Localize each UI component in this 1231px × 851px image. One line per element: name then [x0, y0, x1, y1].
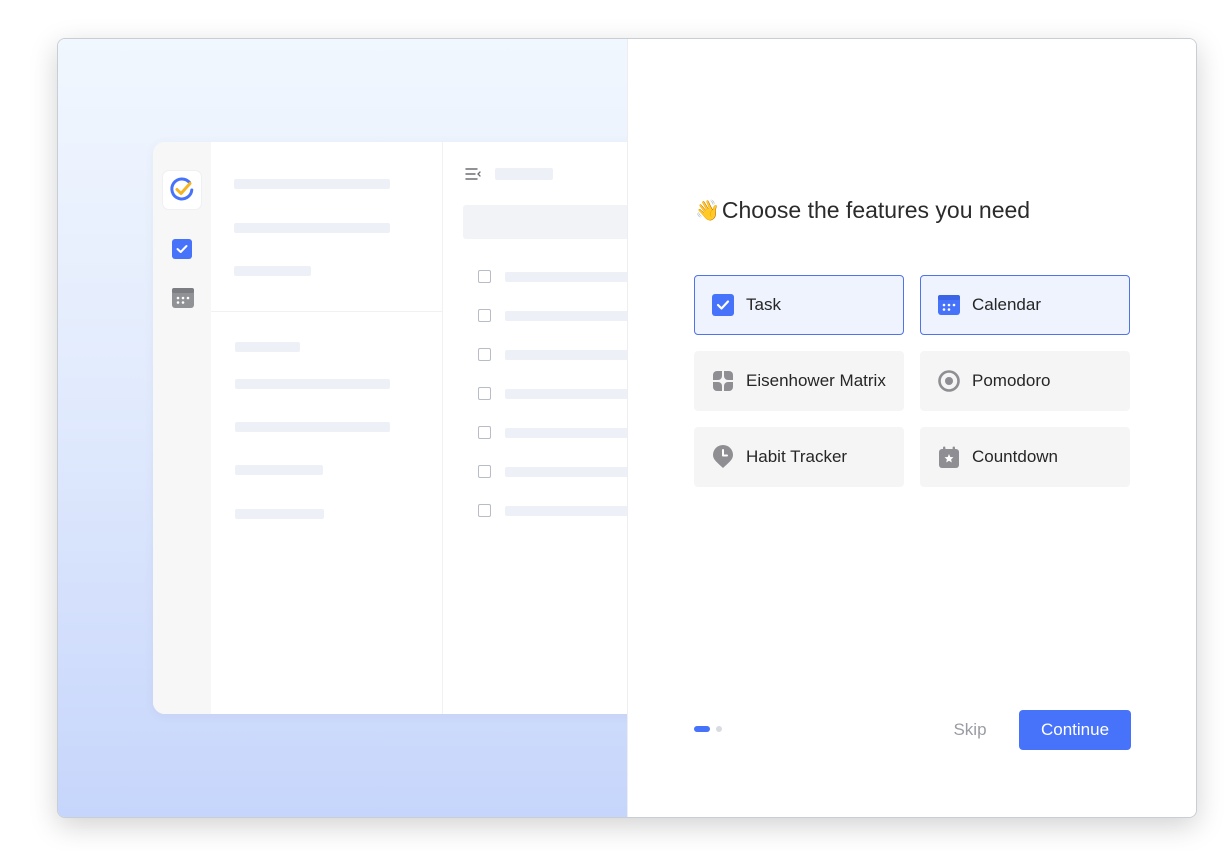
app-logo-icon: [163, 171, 201, 209]
feature-option-pomodoro[interactable]: Pomodoro: [920, 351, 1130, 411]
skeleton-line: [235, 379, 390, 389]
countdown-icon: [938, 446, 960, 468]
waving-hand-icon: 👋: [695, 200, 720, 222]
feature-label: Pomodoro: [972, 371, 1051, 390]
skeleton-line: [505, 311, 627, 321]
feature-label: Countdown: [972, 447, 1059, 466]
feature-option-task[interactable]: Task: [694, 275, 904, 335]
page-dot: [716, 726, 722, 732]
preview-checkbox: [478, 309, 491, 322]
preview-checkbox: [478, 465, 491, 478]
page-dot-active: [694, 726, 710, 732]
skeleton-line: [505, 428, 627, 438]
skeleton-line: [235, 342, 300, 352]
pagination-indicator: [694, 726, 722, 732]
skeleton-line: [234, 223, 390, 233]
feature-selection-pane: 👋 Choose the features you need Task Cale…: [627, 39, 1196, 817]
skip-button[interactable]: Skip: [940, 710, 1000, 750]
preview-checkbox: [478, 270, 491, 283]
continue-button[interactable]: Continue: [1019, 710, 1131, 750]
skeleton-line: [234, 179, 390, 189]
feature-option-calendar[interactable]: Calendar: [920, 275, 1130, 335]
feature-option-countdown[interactable]: Countdown: [920, 427, 1130, 487]
preview-checkbox: [478, 387, 491, 400]
page-title-text: Choose the features you need: [721, 197, 1031, 223]
skeleton-line: [505, 350, 627, 360]
preview-calendar-icon: [172, 288, 194, 308]
skeleton-line: [505, 506, 627, 516]
skeleton-line: [505, 272, 627, 282]
feature-option-eisenhower-matrix[interactable]: Eisenhower Matrix: [694, 351, 904, 411]
calendar-icon: [938, 294, 960, 316]
habit-icon: [712, 445, 734, 468]
preview-checkbox: [478, 348, 491, 361]
feature-option-habit-tracker[interactable]: Habit Tracker: [694, 427, 904, 487]
menu-fold-icon: [465, 167, 481, 186]
checkbox-icon: [712, 294, 734, 316]
skeleton-line: [235, 422, 390, 432]
preview-add-task-bar: [463, 205, 627, 239]
preview-checkbox: [478, 504, 491, 517]
skeleton-line: [505, 467, 627, 477]
skeleton-line: [235, 465, 323, 475]
feature-label: Task: [746, 295, 781, 314]
matrix-icon: [712, 370, 734, 392]
pomodoro-icon: [938, 370, 960, 392]
skeleton-line: [495, 168, 553, 180]
illustration-pane: [58, 39, 627, 817]
feature-label: Habit Tracker: [746, 447, 848, 466]
feature-label: Calendar: [972, 295, 1041, 314]
skeleton-line: [505, 389, 627, 399]
skeleton-line: [235, 509, 324, 519]
page-title: 👋 Choose the features you need: [695, 197, 1030, 224]
preview-task-list: [442, 142, 627, 714]
preview-task-icon: [172, 239, 192, 259]
skeleton-line: [234, 266, 311, 276]
preview-rail: [153, 142, 211, 714]
preview-sidebar: [211, 142, 443, 714]
preview-checkbox: [478, 426, 491, 439]
app-preview-illustration: [153, 142, 627, 714]
feature-label: Eisenhower Matrix: [746, 371, 886, 390]
onboarding-window: 👋 Choose the features you need Task Cale…: [57, 38, 1197, 818]
preview-divider: [211, 311, 442, 312]
